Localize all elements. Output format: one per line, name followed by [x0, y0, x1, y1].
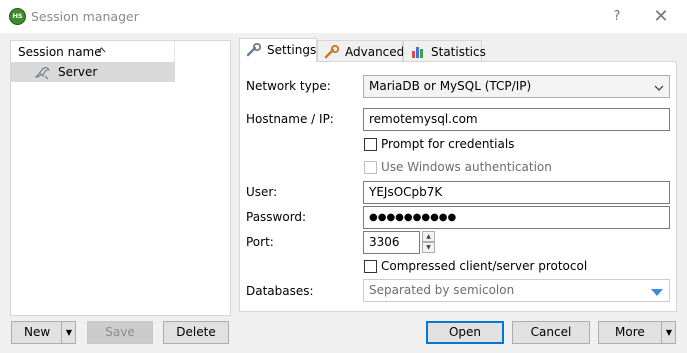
open-button-label: Open — [448, 325, 482, 339]
chevron-up-icon — [97, 44, 106, 57]
wrench-orange-icon — [324, 44, 340, 59]
tab-statistics[interactable]: Statistics — [403, 40, 486, 62]
new-button-label: New — [24, 325, 51, 339]
tab-statistics-label: Statistics — [431, 45, 486, 59]
compressed-protocol-label: Compressed client/server protocol — [381, 259, 588, 273]
port-decrement-button[interactable]: ▼ — [422, 242, 435, 253]
databases-label: Databases: — [246, 284, 314, 298]
more-button[interactable]: More ▼ — [598, 321, 676, 344]
tab-settings-label: Settings — [267, 43, 317, 57]
tab-settings[interactable]: Settings — [239, 38, 317, 62]
new-dropdown-arrow-icon[interactable]: ▼ — [61, 322, 76, 343]
delete-button-label: Delete — [176, 325, 216, 339]
delete-button[interactable]: Delete — [163, 321, 229, 344]
cancel-button[interactable]: Cancel — [512, 321, 590, 344]
hostname-label: Hostname / IP: — [246, 112, 334, 126]
bar-chart-icon — [410, 45, 426, 59]
port-label: Port: — [246, 235, 274, 249]
password-value: ●●●●●●●●●● — [369, 212, 457, 223]
user-value: YEJsOCpb7K — [369, 185, 443, 199]
windows-auth-label: Use Windows authentication — [381, 160, 552, 174]
dolphin-icon — [34, 64, 52, 80]
network-type-value: MariaDB or MySQL (TCP/IP) — [369, 79, 532, 93]
new-button[interactable]: New ▼ — [11, 321, 76, 344]
more-dropdown-arrow-icon[interactable]: ▼ — [661, 322, 676, 343]
more-button-label: More — [615, 325, 645, 339]
user-label: User: — [246, 185, 278, 199]
prompt-credentials-checkbox[interactable] — [364, 138, 377, 151]
close-button[interactable]: ✕ — [650, 7, 672, 27]
title-bar: HS Session manager ? ✕ — [0, 0, 687, 33]
settings-panel: Network type: MariaDB or MySQL (TCP/IP) … — [239, 61, 677, 312]
user-field[interactable]: YEJsOCpb7K — [363, 181, 670, 204]
help-button[interactable]: ? — [608, 8, 626, 26]
window-title: Session manager — [31, 9, 139, 24]
password-field[interactable]: ●●●●●●●●●● — [363, 206, 670, 229]
app-logo-icon: HS — [9, 8, 26, 25]
password-label: Password: — [246, 210, 307, 224]
column-header-label: Session name — [18, 45, 102, 59]
databases-combobox[interactable]: Separated by semicolon — [363, 279, 670, 302]
databases-placeholder: Separated by semicolon — [369, 283, 515, 297]
chevron-down-icon — [654, 81, 664, 95]
session-item-label: Server — [58, 65, 98, 79]
tab-advanced[interactable]: Advanced — [317, 40, 405, 62]
port-increment-button[interactable]: ▲ — [422, 231, 435, 242]
compressed-protocol-checkbox[interactable] — [364, 260, 377, 273]
save-button-label: Save — [105, 325, 135, 339]
prompt-credentials-label: Prompt for credentials — [381, 137, 515, 151]
port-field[interactable]: 3306 — [363, 231, 420, 254]
windows-auth-checkbox[interactable] — [364, 161, 377, 174]
cancel-button-label: Cancel — [530, 325, 572, 339]
session-name-column-header[interactable]: Session name — [11, 41, 175, 62]
open-button[interactable]: Open — [426, 321, 504, 344]
port-value: 3306 — [369, 235, 400, 249]
tab-advanced-label: Advanced — [345, 45, 405, 59]
wrench-icon — [246, 42, 262, 57]
save-button[interactable]: Save — [87, 321, 153, 344]
network-type-label: Network type: — [246, 79, 331, 93]
session-item-server[interactable]: Server — [11, 62, 175, 82]
hostname-field[interactable]: remotemysql.com — [363, 108, 670, 131]
dropdown-arrow-icon[interactable] — [651, 286, 663, 300]
hostname-value: remotemysql.com — [369, 112, 478, 126]
session-tree[interactable]: Session name Server — [10, 40, 231, 316]
network-type-select[interactable]: MariaDB or MySQL (TCP/IP) — [363, 75, 670, 98]
